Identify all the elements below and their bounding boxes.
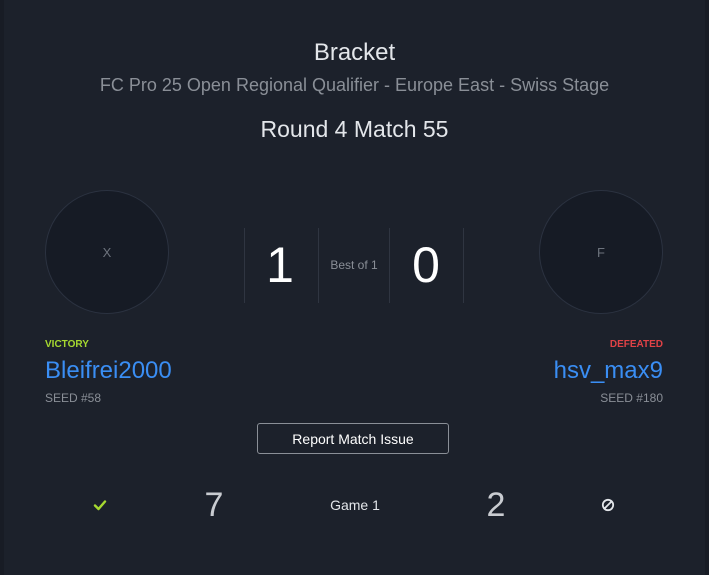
- ban-icon: [601, 498, 615, 512]
- game-player1-score: 7: [204, 486, 224, 524]
- check-icon: [93, 500, 107, 511]
- player2-avatar[interactable]: F: [539, 190, 663, 314]
- best-of-label: Best of 1: [330, 258, 378, 272]
- player2-status-badge: DEFEATED: [609, 339, 663, 350]
- game-label: Game 1: [330, 497, 380, 513]
- player2-score: 0: [412, 237, 440, 293]
- game-player2-score: 2: [486, 486, 506, 524]
- page-title: Bracket: [313, 39, 396, 66]
- player1-avatar-initial: X: [102, 244, 112, 260]
- player1-name-link[interactable]: Bleifrei2000: [45, 356, 172, 386]
- round-match-title: Round 4 Match 55: [260, 116, 449, 142]
- player1-seed: SEED #58: [45, 391, 102, 405]
- score-divider: [389, 228, 390, 303]
- player2-avatar-initial: F: [597, 244, 605, 260]
- player1-score: 1: [266, 237, 294, 293]
- report-match-issue-button[interactable]: Report Match Issue: [257, 423, 449, 454]
- player2-seed: SEED #180: [600, 391, 663, 405]
- player2-name-link[interactable]: hsv_max9: [554, 356, 663, 386]
- tournament-name: FC Pro 25 Open Regional Qualifier - Euro…: [99, 75, 610, 95]
- player1-status-badge: VICTORY: [45, 339, 89, 350]
- player1-avatar[interactable]: X: [45, 190, 169, 314]
- score-divider: [463, 228, 464, 303]
